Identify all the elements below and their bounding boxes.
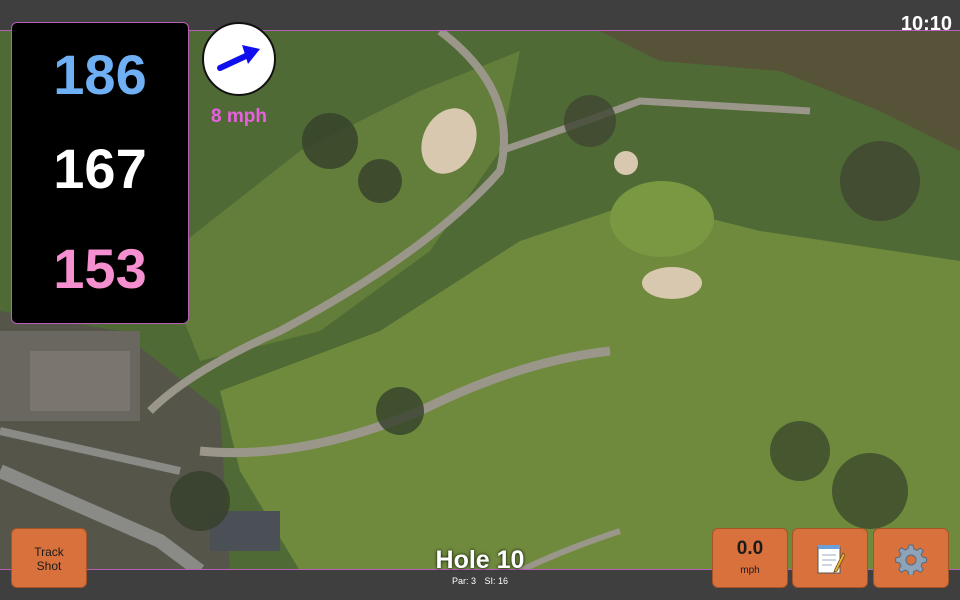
wind-arrow-icon [217, 45, 260, 71]
track-shot-label-line2: Shot [36, 559, 62, 573]
distance-back: 186 [53, 43, 147, 106]
hole-title: Hole 10 [435, 546, 525, 574]
distance-panel: 186 167 153 [11, 22, 189, 324]
distance-middle: 167 [53, 137, 147, 200]
notepad-icon [817, 545, 845, 574]
speed-unit: mph [740, 565, 760, 576]
wind-indicator [202, 22, 276, 96]
settings-button[interactable] [873, 528, 949, 588]
track-shot-button[interactable]: Track Shot [11, 528, 87, 588]
speed-button[interactable]: 0.0 mph [712, 528, 788, 588]
clock: 10:10 [900, 13, 952, 35]
notes-button[interactable] [792, 528, 868, 588]
gear-icon [895, 544, 927, 575]
wind-speed: 8 mph [211, 106, 267, 127]
hole-stroke-index: SI: 16 [484, 576, 509, 586]
distance-front: 153 [53, 237, 147, 300]
track-shot-label-line1: Track [34, 545, 64, 559]
hole-meta: Par: 3 SI: 16 [380, 577, 580, 586]
speed-value: 0.0 [736, 538, 764, 559]
hole-par: Par: 3 [451, 576, 476, 586]
